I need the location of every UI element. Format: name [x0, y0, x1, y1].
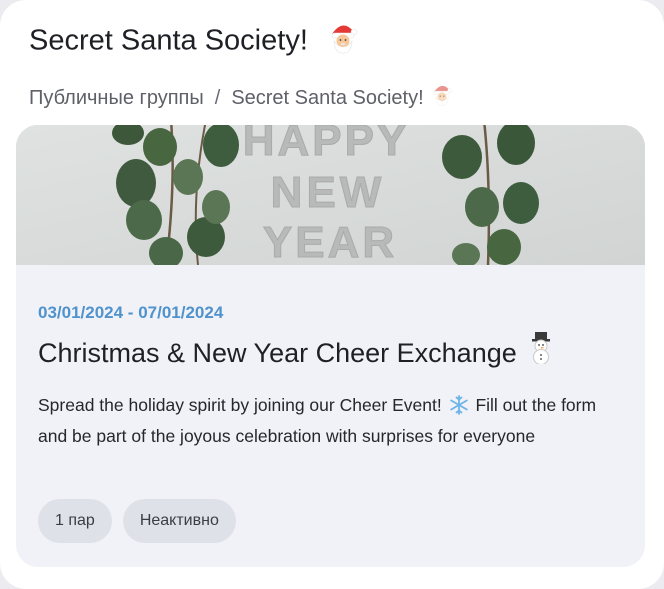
snowman-emoji-icon — [527, 332, 555, 373]
breadcrumb-separator: / — [214, 86, 221, 109]
breadcrumb-public-groups-link[interactable]: Публичные группы — [29, 85, 204, 111]
pairs-count-chip: 1 пар — [38, 499, 112, 543]
banner-text-year: YEAR — [263, 218, 397, 265]
breadcrumb-current-group: Secret Santa Society! — [231, 86, 424, 109]
event-banner-image: HAPPY NEW YEAR — [16, 125, 645, 265]
event-description: Spread the holiday spirit by joining our… — [38, 390, 628, 451]
status-chip: Неактивно — [122, 499, 236, 543]
event-chips: 1 пар Неактивно — [38, 499, 236, 543]
snowflake-emoji-icon — [449, 391, 469, 421]
event-dates: 03/01/2024 - 07/01/2024 — [38, 303, 224, 322]
page-title: Secret Santa Society! — [29, 20, 360, 64]
event-title[interactable]: Christmas & New Year Cheer Exchange — [38, 332, 555, 373]
banner-text-happy: HAPPY — [243, 125, 410, 165]
event-card[interactable]: HAPPY NEW YEAR 03/01/2024 - 07/01/2024 C… — [16, 125, 645, 567]
page-title-text: Secret Santa Society! — [29, 24, 308, 57]
group-panel: Secret Santa Society! Публичные группы /… — [0, 0, 664, 589]
event-title-text: Christmas & New Year Cheer Exchange — [38, 337, 517, 368]
breadcrumb: Публичные группы / Secret Santa Society! — [29, 82, 454, 113]
santa-emoji-icon — [430, 82, 454, 113]
event-description-part1: Spread the holiday spirit by joining our… — [38, 395, 442, 415]
banner-text-new: NEW — [271, 168, 386, 217]
santa-emoji-icon — [326, 20, 360, 64]
